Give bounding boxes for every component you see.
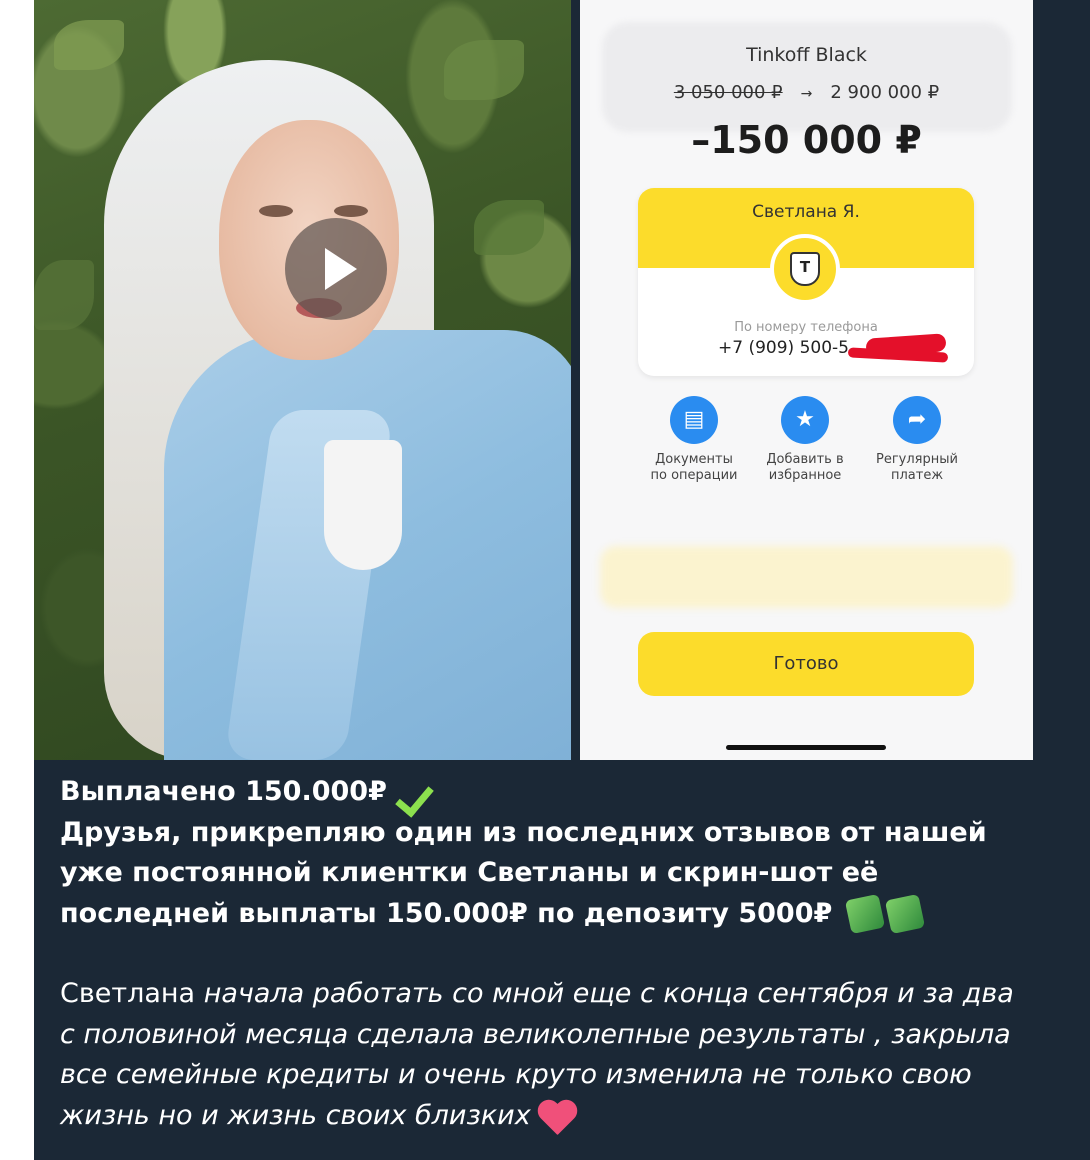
play-button-icon[interactable] bbox=[285, 218, 387, 320]
message-bubble: Выплачено 150.000₽ Друзья, прикрепляю од… bbox=[34, 760, 1033, 1160]
phone-number: +7 (909) 500-5 bbox=[718, 338, 849, 358]
headline: Выплачено 150.000₽ bbox=[60, 776, 387, 807]
done-button[interactable]: Готово bbox=[638, 632, 974, 696]
leaf-decoration bbox=[474, 200, 544, 255]
phone-caption: По номеру телефона bbox=[734, 320, 878, 335]
arrow-right-icon: → bbox=[800, 86, 813, 102]
balance-change: 3 050 000 ₽ → 2 900 000 ₽ bbox=[580, 82, 1033, 103]
right-margin bbox=[1033, 0, 1090, 1160]
money-icon bbox=[884, 893, 925, 935]
message-body-bold: Выплачено 150.000₽ Друзья, прикрепляю од… bbox=[60, 772, 1020, 935]
action-documents[interactable]: ▤ Документы по операции bbox=[634, 396, 754, 484]
blurred-row bbox=[600, 546, 1013, 608]
action-add-favorite[interactable]: ★ Добавить в избранное bbox=[745, 396, 865, 484]
balance-old: 3 050 000 ₽ bbox=[673, 82, 783, 103]
para2-regular: Светлана bbox=[60, 978, 204, 1009]
video-preview[interactable] bbox=[34, 0, 571, 760]
action-recurring-payment[interactable]: ➦ Регулярный платеж bbox=[857, 396, 977, 484]
money-icon bbox=[844, 893, 885, 935]
recipient-name: Светлана Я. bbox=[752, 202, 860, 222]
left-margin bbox=[0, 0, 34, 1160]
eye bbox=[259, 205, 293, 217]
message-paragraph-2: Светлана начала работать со мной еще с к… bbox=[60, 974, 1020, 1136]
action-label: Регулярный платеж bbox=[876, 452, 958, 483]
document-icon: ▤ bbox=[670, 396, 718, 444]
account-card-background bbox=[602, 22, 1012, 132]
leaf-decoration bbox=[34, 260, 94, 330]
home-indicator bbox=[726, 745, 886, 750]
heart-face-icon bbox=[532, 1095, 582, 1135]
balance-new: 2 900 000 ₽ bbox=[830, 82, 940, 103]
star-icon: ★ bbox=[781, 396, 829, 444]
transfer-amount: –150 000 ₽ bbox=[691, 118, 922, 162]
action-label: Добавить в избранное bbox=[766, 452, 844, 483]
check-mark-icon bbox=[396, 778, 436, 808]
message-text: Выплачено 150.000₽ Друзья, прикрепляю од… bbox=[60, 772, 1020, 1136]
shield-icon: Т bbox=[790, 252, 820, 286]
leaf-decoration bbox=[54, 20, 124, 70]
shirt bbox=[324, 440, 402, 570]
share-arrow-icon: ➦ bbox=[893, 396, 941, 444]
action-label: Документы по операции bbox=[650, 452, 738, 483]
account-name: Tinkoff Black bbox=[746, 44, 867, 66]
eye bbox=[334, 205, 368, 217]
leaf-decoration bbox=[444, 40, 524, 100]
payment-screenshot: Tinkoff Black 3 050 000 ₽ → 2 900 000 ₽ –1… bbox=[580, 0, 1033, 760]
recipient-card: Светлана Я. Т По номеру телефона +7 (909… bbox=[638, 188, 974, 376]
tinkoff-logo-icon: Т bbox=[770, 234, 840, 304]
